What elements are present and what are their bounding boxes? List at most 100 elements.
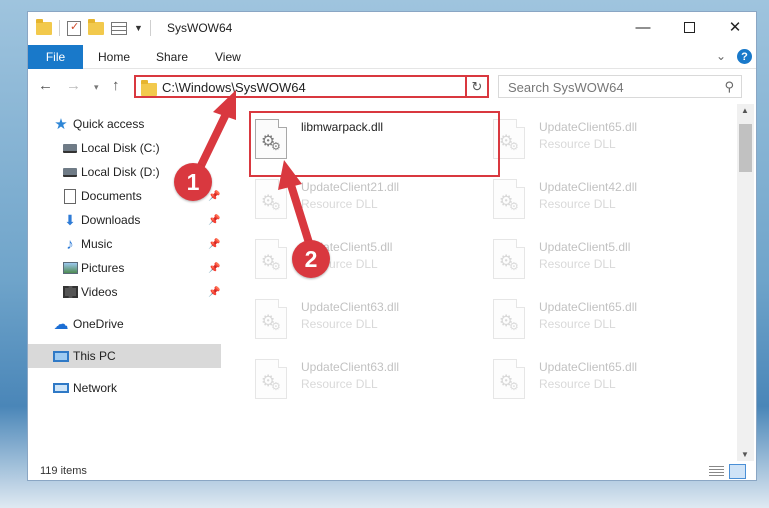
file-name: UpdateClient5.dll (539, 240, 631, 254)
tab-home[interactable]: Home (98, 50, 130, 64)
sidebar-item-label: Local Disk (C:) (81, 141, 160, 155)
sidebar-item-pictures[interactable]: Pictures 📌 (28, 256, 221, 280)
up-button[interactable]: ↑ (112, 77, 120, 94)
sidebar-item-this-pc[interactable]: This PC (28, 344, 221, 368)
sidebar-item-label: Videos (81, 285, 118, 299)
file-item[interactable]: ⚙ ⚙ UpdateClient65.dll Resource DLL (491, 116, 721, 172)
ribbon-tabs: File Home Share View ⌄ ? (28, 45, 756, 69)
file-item[interactable]: ⚙ ⚙ UpdateClient42.dll Resource DLL (491, 176, 721, 232)
properties-icon[interactable] (67, 20, 81, 36)
file-name: UpdateClient65.dll (539, 360, 638, 374)
pin-icon[interactable]: 📌 (208, 239, 220, 250)
sidebar-item-network[interactable]: Network (28, 376, 221, 400)
file-item[interactable]: ⚙ ⚙ UpdateClient63.dll Resource DLL (253, 296, 483, 352)
vertical-scrollbar[interactable]: ▲ ▼ (737, 104, 754, 461)
refresh-button[interactable]: ↻ (465, 75, 489, 98)
quick-access-toolbar: ▼ (36, 18, 151, 36)
dll-file-icon: ⚙ ⚙ (255, 239, 287, 279)
recent-locations-chevron-icon[interactable]: ▾ (94, 82, 99, 93)
folder-icon (36, 18, 52, 35)
file-name: UpdateClient65.dll (539, 300, 638, 314)
sidebar-item-label: This PC (73, 349, 116, 363)
file-type: Resource DLL (539, 197, 616, 211)
sidebar-item-label: Network (73, 381, 118, 395)
documents-icon (62, 188, 78, 204)
large-icons-view-icon[interactable] (729, 464, 746, 479)
title-bar: ▼ SysWOW64 — ✕ (28, 12, 756, 45)
file-type: Resource DLL (301, 197, 378, 211)
sidebar-item-onedrive[interactable]: ☁ OneDrive (28, 312, 221, 336)
scroll-up-arrow-icon[interactable]: ▲ (741, 106, 749, 115)
search-input[interactable]: Search SysWOW64 (508, 80, 624, 95)
toolbar-divider (149, 20, 151, 36)
file-explorer-window: ▼ SysWOW64 — ✕ File Home Share View ⌄ ? … (27, 11, 757, 481)
tab-share[interactable]: Share (156, 50, 188, 64)
navigation-bar: ← → ▾ ↑ C:\Windows\SysWOW64 ⌄ ↻ Search S… (28, 70, 756, 104)
file-item[interactable]: ⚙ ⚙ UpdateClient65.dll Resource DLL (491, 356, 721, 412)
dll-file-icon: ⚙ ⚙ (493, 179, 525, 219)
close-button[interactable]: ✕ (712, 12, 756, 42)
item-count: 119 items (40, 465, 87, 477)
file-item[interactable]: ⚙ ⚙ UpdateClient5.dll Resource DLL (253, 236, 483, 292)
dll-file-icon: ⚙ ⚙ (493, 359, 525, 399)
tab-file[interactable]: File (28, 45, 83, 69)
file-item[interactable]: ⚙ ⚙ UpdateClient21.dll Resource DLL (253, 176, 483, 232)
customize-toolbar-chevron-icon[interactable]: ▼ (134, 23, 143, 33)
pin-icon[interactable]: 📌 (208, 263, 220, 274)
file-item[interactable]: ⚙ ⚙ UpdateClient65.dll Resource DLL (491, 296, 721, 352)
file-type: Resource DLL (301, 317, 378, 331)
sidebar-item-label: Documents (81, 189, 142, 203)
address-path[interactable]: C:\Windows\SysWOW64 (162, 80, 306, 95)
maximize-icon (683, 21, 695, 33)
sidebar-item-label: Music (81, 237, 113, 251)
sidebar-item-videos[interactable]: Videos 📌 (28, 280, 221, 304)
cloud-icon: ☁ (53, 316, 69, 333)
maximize-button[interactable] (666, 12, 712, 42)
window-title: SysWOW64 (167, 21, 233, 35)
address-bar[interactable]: C:\Windows\SysWOW64 ⌄ (134, 75, 487, 98)
sidebar-item-local-disk-c[interactable]: Local Disk (C:) (28, 136, 221, 160)
file-item[interactable]: ⚙ ⚙ UpdateClient63.dll Resource DLL (253, 356, 483, 412)
tab-view[interactable]: View (215, 50, 241, 64)
search-icon[interactable]: ⚲ (724, 79, 734, 95)
file-type: Resource DLL (539, 317, 616, 331)
scroll-down-arrow-icon[interactable]: ▼ (741, 450, 749, 459)
sidebar-item-downloads[interactable]: ⬇ Downloads 📌 (28, 208, 221, 232)
minimize-button[interactable]: — (620, 12, 666, 42)
download-icon: ⬇ (64, 211, 76, 228)
scroll-thumb[interactable] (739, 124, 752, 172)
file-type: Resource DLL (539, 377, 616, 391)
file-name: UpdateClient63.dll (301, 300, 400, 314)
pin-icon[interactable]: 📌 (208, 215, 220, 226)
new-folder-icon[interactable] (88, 18, 104, 35)
expand-ribbon-chevron-icon[interactable]: ⌄ (716, 49, 726, 63)
toolbar-divider (59, 20, 60, 36)
star-icon: ★ (54, 116, 68, 133)
back-button[interactable]: ← (38, 77, 53, 94)
sidebar-item-music[interactable]: ♪ Music 📌 (28, 232, 221, 256)
search-box[interactable]: Search SysWOW64 ⚲ (498, 75, 742, 98)
file-type: Resource DLL (539, 257, 616, 271)
dll-file-icon: ⚙ ⚙ (493, 299, 525, 339)
status-bar: 119 items (28, 461, 756, 480)
sidebar-item-label: Downloads (81, 213, 141, 227)
dll-file-icon: ⚙ ⚙ (255, 359, 287, 399)
pin-icon[interactable]: 📌 (208, 191, 220, 202)
videos-icon (62, 284, 78, 300)
file-type: Resource DLL (301, 377, 378, 391)
folder-icon (141, 80, 157, 96)
sidebar-item-quick-access[interactable]: ★ Quick access (28, 112, 221, 136)
forward-button[interactable]: → (66, 77, 81, 94)
file-type: Resource DLL (539, 137, 616, 151)
pin-icon[interactable]: 📌 (208, 287, 220, 298)
help-icon[interactable]: ? (737, 49, 752, 64)
file-name: UpdateClient42.dll (539, 180, 638, 194)
drive-icon (62, 140, 78, 156)
sidebar-item-label: Local Disk (D:) (81, 165, 160, 179)
dll-file-icon: ⚙ ⚙ (493, 239, 525, 279)
file-item[interactable]: ⚙ ⚙ UpdateClient5.dll Resource DLL (491, 236, 721, 292)
pictures-icon (62, 260, 78, 276)
view-options-icon[interactable] (111, 21, 127, 35)
file-highlight-box (249, 111, 500, 177)
details-view-icon[interactable] (709, 466, 724, 477)
